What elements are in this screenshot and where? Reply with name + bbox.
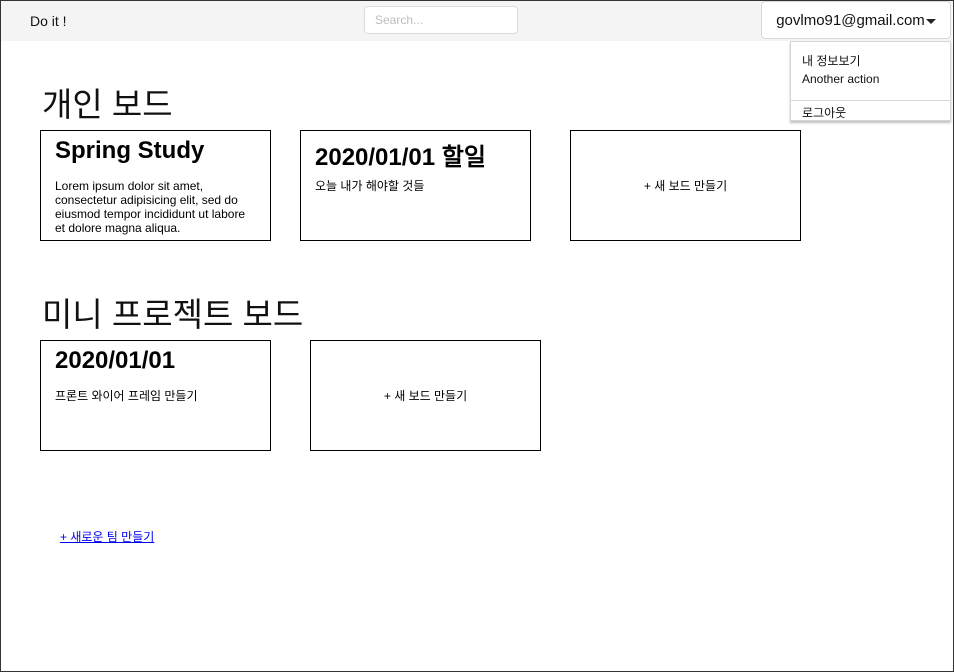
personal-boards-title: 개인 보드	[42, 86, 173, 123]
user-email: govlmo91@gmail.com	[776, 11, 925, 29]
board-card-description: Lorem ipsum dolor sit amet, consectetur …	[55, 179, 246, 235]
board-card-description: 오늘 내가 해야할 것들	[315, 179, 425, 193]
new-board-label: + 새 보드 만들기	[383, 389, 468, 403]
user-dropdown-menu: 내 정보보기 Another action 로그아웃	[790, 41, 951, 121]
board-card-title: Spring Study	[55, 137, 205, 164]
user-menu-button[interactable]: govlmo91@gmail.com	[761, 1, 951, 39]
new-mini-project-board-button[interactable]: + 새 보드 만들기	[310, 340, 541, 451]
board-card-title: 2020/01/01 할일	[315, 144, 486, 171]
new-team-link[interactable]: + 새로운 팀 만들기	[60, 528, 154, 545]
search-input[interactable]	[364, 6, 518, 34]
new-board-label: + 새 보드 만들기	[643, 179, 728, 193]
board-card[interactable]: 2020/01/01 할일 오늘 내가 해야할 것들	[300, 130, 531, 241]
menu-divider	[791, 100, 950, 101]
caret-down-icon	[925, 18, 936, 24]
mini-project-boards-title: 미니 프로젝트 보드	[42, 296, 304, 333]
brand-logo[interactable]: Do it !	[30, 13, 67, 29]
menu-item-my-info[interactable]: 내 정보보기	[802, 52, 861, 69]
board-card[interactable]: 2020/01/01 프론트 와이어 프레임 만들기	[40, 340, 271, 451]
board-card-title: 2020/01/01	[55, 347, 176, 374]
board-card-description: 프론트 와이어 프레임 만들기	[55, 389, 198, 403]
menu-item-another-action[interactable]: Another action	[802, 72, 879, 86]
menu-item-logout[interactable]: 로그아웃	[802, 104, 846, 121]
new-personal-board-button[interactable]: + 새 보드 만들기	[570, 130, 801, 241]
board-card[interactable]: Spring Study Lorem ipsum dolor sit amet,…	[40, 130, 271, 241]
